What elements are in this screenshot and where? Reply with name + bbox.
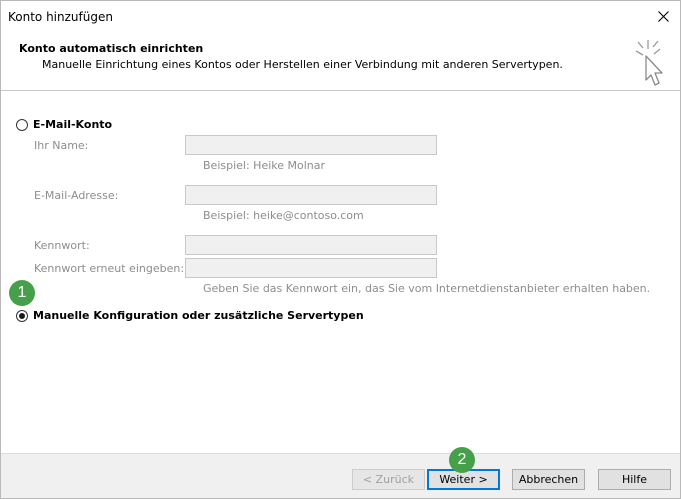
name-hint: Beispiel: Heike Molnar — [203, 159, 326, 172]
email-account-label: E-Mail-Konto — [33, 118, 113, 131]
title-bar: Konto hinzufügen — [1, 1, 680, 31]
header-subtitle: Manuelle Einrichtung eines Kontos oder H… — [42, 58, 563, 71]
add-account-dialog: Konto hinzufügen Konto automatisch einri… — [0, 0, 681, 499]
email-label: E-Mail-Adresse: — [34, 189, 119, 202]
dialog-header: Konto automatisch einrichten Manuelle Ei… — [1, 31, 680, 89]
header-divider — [1, 90, 680, 91]
password-label: Kennwort: — [34, 239, 90, 252]
help-button[interactable]: Hilfe — [598, 469, 671, 490]
password-repeat-label: Kennwort erneut eingeben: — [34, 262, 185, 275]
email-hint: Beispiel: heike@contoso.com — [203, 209, 364, 222]
manual-config-label: Manuelle Konfiguration oder zusätzliche … — [33, 309, 364, 322]
manual-config-radio[interactable] — [16, 309, 28, 322]
window-title: Konto hinzufügen — [8, 10, 113, 24]
email-input[interactable] — [185, 185, 437, 205]
email-account-option[interactable]: E-Mail-Konto — [16, 118, 112, 131]
password-repeat-input[interactable] — [185, 258, 437, 278]
close-button[interactable] — [646, 1, 680, 31]
password-input[interactable] — [185, 235, 437, 255]
email-account-radio[interactable] — [16, 118, 28, 131]
close-icon — [657, 10, 669, 22]
step-badge-1: 1 — [9, 280, 35, 306]
header-title: Konto automatisch einrichten — [19, 42, 204, 55]
cancel-button[interactable]: Abbrechen — [512, 469, 585, 490]
name-input[interactable] — [185, 135, 437, 155]
step-badge-2: 2 — [449, 447, 475, 473]
name-label: Ihr Name: — [34, 139, 89, 152]
password-hint: Geben Sie das Kennwort ein, das Sie vom … — [203, 282, 651, 295]
manual-config-option[interactable]: Manuelle Konfiguration oder zusätzliche … — [16, 309, 364, 322]
back-button[interactable]: < Zurück — [352, 469, 425, 490]
cursor-click-icon — [635, 40, 663, 86]
dialog-footer: < Zurück Weiter > Abbrechen Hilfe — [1, 454, 680, 498]
